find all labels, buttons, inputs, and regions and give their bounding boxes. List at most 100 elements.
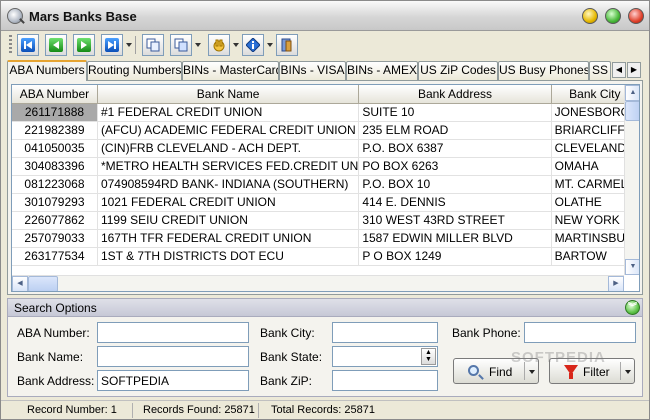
toolbar-grip[interactable]: [9, 35, 12, 55]
table-row[interactable]: 257079033 167TH TFR FEDERAL CREDIT UNION…: [12, 229, 639, 248]
record-nav-dropdown[interactable]: [126, 43, 132, 47]
cell-bank-name[interactable]: (CIN)FRB CLEVELAND - ACH DEPT.: [97, 139, 360, 158]
copy-dropdown[interactable]: [195, 43, 201, 47]
find-dropdown-icon[interactable]: [529, 370, 535, 374]
hand-icon: [213, 39, 225, 52]
title-bar: Mars Banks Base: [1, 1, 649, 31]
cell-aba-number[interactable]: 301079293: [12, 193, 98, 212]
last-record-icon: [105, 38, 119, 52]
cell-bank-name[interactable]: *METRO HEALTH SERVICES FED.CREDIT UN: [97, 157, 360, 176]
cell-aba-number[interactable]: 226077862: [12, 211, 98, 230]
cell-aba-number[interactable]: 081223068: [12, 175, 98, 194]
softpedia-watermark: SOFTPEDIA: [511, 349, 606, 366]
info-dropdown[interactable]: [267, 43, 273, 47]
table-row[interactable]: 081223068 074908594RD BANK- INDIANA (SOU…: [12, 175, 639, 194]
collapse-chevron-icon[interactable]: ︾: [625, 300, 640, 315]
column-header-bank-name[interactable]: Bank Name: [97, 85, 360, 104]
exit-button[interactable]: [276, 34, 298, 56]
status-total-records: Total Records: 25871: [271, 404, 375, 416]
bank-zip-label: Bank ZiP:: [260, 374, 313, 388]
search-options-header[interactable]: Search Options ︾: [7, 298, 643, 317]
bank-address-input[interactable]: [97, 370, 249, 391]
scroll-left-button[interactable]: ◀: [12, 276, 28, 291]
table-row[interactable]: 226077862 1199 SEIU CREDIT UNION 310 WES…: [12, 211, 639, 230]
state-spin-icon[interactable]: ▲ ▼: [421, 348, 436, 365]
table-row[interactable]: 261171888 #1 FEDERAL CREDIT UNION SUITE …: [12, 103, 639, 122]
close-button[interactable]: [628, 8, 644, 24]
cell-aba-number[interactable]: 261171888: [12, 103, 98, 122]
bank-name-input[interactable]: [97, 346, 249, 367]
bank-state-label: Bank State:: [260, 350, 323, 364]
cell-bank-address[interactable]: PO BOX 6263: [358, 157, 552, 176]
cell-bank-name[interactable]: 1021 FEDERAL CREDIT UNION: [97, 193, 360, 212]
scroll-up-button[interactable]: ▲: [625, 85, 639, 101]
cell-bank-address[interactable]: 1587 EDWIN MILLER BLVD: [358, 229, 552, 248]
cell-bank-name[interactable]: #1 FEDERAL CREDIT UNION: [97, 103, 360, 122]
column-header-aba-number[interactable]: ABA Number: [12, 85, 98, 104]
cell-bank-name[interactable]: 1ST & 7TH DISTRICTS DOT ECU: [97, 247, 360, 266]
hand-button[interactable]: [208, 34, 230, 56]
prev-record-button[interactable]: [45, 34, 67, 56]
copy-all-button[interactable]: [170, 34, 192, 56]
bank-zip-input[interactable]: [332, 370, 438, 391]
cell-bank-address[interactable]: P.O. BOX 6387: [358, 139, 552, 158]
cell-aba-number[interactable]: 304083396: [12, 157, 98, 176]
tab-routing-numbers[interactable]: Routing Numbers: [87, 61, 182, 80]
scroll-down-button[interactable]: ▼: [625, 259, 639, 275]
cell-aba-number[interactable]: 257079033: [12, 229, 98, 248]
minimize-button[interactable]: [582, 8, 598, 24]
cell-aba-number[interactable]: 263177534: [12, 247, 98, 266]
tab-bins-mastercard[interactable]: BINs - MasterCard: [182, 61, 279, 80]
cell-bank-name[interactable]: 1199 SEIU CREDIT UNION: [97, 211, 360, 230]
tab-bins-amex[interactable]: BINs - AMEX: [346, 61, 418, 80]
next-record-button[interactable]: [73, 34, 95, 56]
first-record-button[interactable]: [17, 34, 39, 56]
tab-scroll-left-button[interactable]: ◀: [612, 62, 626, 78]
status-records-found: Records Found: 25871: [139, 403, 259, 418]
table-row[interactable]: 301079293 1021 FEDERAL CREDIT UNION 414 …: [12, 193, 639, 212]
cell-bank-name[interactable]: (AFCU) ACADEMIC FEDERAL CREDIT UNION: [97, 121, 360, 140]
cell-bank-address[interactable]: 414 E. DENNIS: [358, 193, 552, 212]
cell-aba-number[interactable]: 221982389: [12, 121, 98, 140]
table-row[interactable]: 304083396 *METRO HEALTH SERVICES FED.CRE…: [12, 157, 639, 176]
vertical-scrollbar[interactable]: ▲ ▼: [624, 85, 639, 275]
next-record-icon: [77, 38, 91, 52]
filter-dropdown-icon[interactable]: [625, 370, 631, 374]
status-bar: Record Number: 1 Records Found: 25871 To…: [1, 400, 649, 419]
table-row[interactable]: 263177534 1ST & 7TH DISTRICTS DOT ECU P …: [12, 247, 639, 266]
bank-phone-input[interactable]: [524, 322, 636, 343]
cell-bank-address[interactable]: SUITE 10: [358, 103, 552, 122]
cell-bank-name[interactable]: 074908594RD BANK- INDIANA (SOUTHERN): [97, 175, 360, 194]
aba-number-input[interactable]: [97, 322, 249, 343]
cell-bank-address[interactable]: P O BOX 1249: [358, 247, 552, 266]
tab-bins-visa[interactable]: BINs - VISA: [279, 61, 346, 80]
tab-more[interactable]: SS: [589, 61, 611, 80]
tab-aba-numbers[interactable]: ABA Numbers: [7, 60, 87, 81]
cell-bank-name[interactable]: 167TH TFR FEDERAL CREDIT UNION: [97, 229, 360, 248]
tab-strip: ABA Numbers Routing Numbers BINs - Maste…: [5, 60, 645, 81]
info-button[interactable]: [242, 34, 264, 56]
cell-bank-address[interactable]: 235 ELM ROAD: [358, 121, 552, 140]
last-record-button[interactable]: [101, 34, 123, 56]
tab-us-busy-phones[interactable]: US Busy Phones: [498, 61, 589, 80]
cell-aba-number[interactable]: 041050035: [12, 139, 98, 158]
table-row[interactable]: 221982389 (AFCU) ACADEMIC FEDERAL CREDIT…: [12, 121, 639, 140]
app-search-icon: [7, 8, 23, 24]
tab-scroll-right-button[interactable]: ▶: [627, 62, 641, 78]
hand-dropdown[interactable]: [233, 43, 239, 47]
bank-city-input[interactable]: [332, 322, 438, 343]
column-header-bank-address[interactable]: Bank Address: [358, 85, 552, 104]
toolbar-separator: [135, 36, 136, 54]
tab-us-zip-codes[interactable]: US ZiP Codes: [418, 61, 498, 80]
table-row[interactable]: 041050035 (CIN)FRB CLEVELAND - ACH DEPT.…: [12, 139, 639, 158]
copy-button[interactable]: [142, 34, 164, 56]
scroll-right-button[interactable]: ▶: [608, 276, 624, 291]
maximize-button[interactable]: [605, 8, 621, 24]
cell-bank-address[interactable]: P.O. BOX 10: [358, 175, 552, 194]
cell-bank-address[interactable]: 310 WEST 43RD STREET: [358, 211, 552, 230]
horizontal-scrollbar[interactable]: ◀ ▶: [12, 275, 624, 291]
bank-state-select[interactable]: ▲ ▼: [332, 346, 438, 367]
horizontal-scroll-thumb[interactable]: [28, 276, 58, 291]
vertical-scroll-thumb[interactable]: [625, 101, 639, 121]
exit-door-icon: [281, 38, 292, 52]
